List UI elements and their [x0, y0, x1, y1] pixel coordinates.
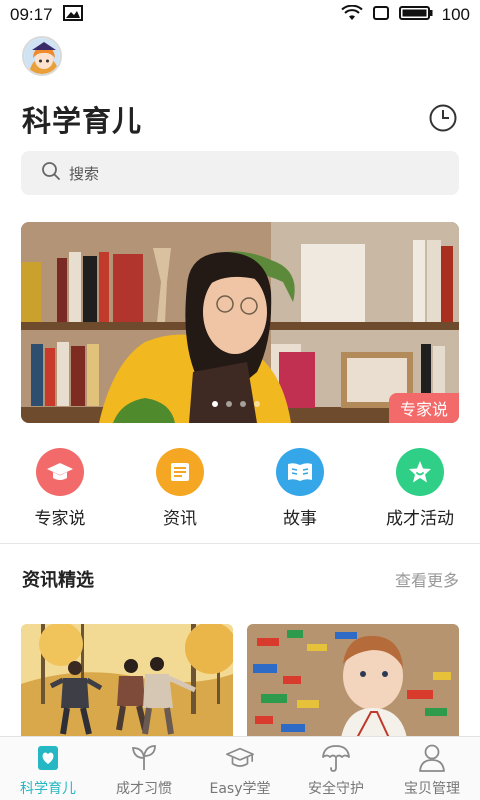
article-thumbnail — [247, 624, 459, 738]
avatar[interactable] — [22, 36, 62, 76]
carousel-dot[interactable] — [226, 401, 232, 407]
article-thumbnail — [21, 624, 233, 738]
history-button[interactable] — [428, 103, 458, 133]
category-expert[interactable]: 专家说 — [10, 448, 110, 529]
article-card[interactable] — [247, 624, 459, 738]
tab-label: 安全守护 — [308, 781, 364, 797]
battery-icon — [398, 5, 433, 26]
divider — [0, 543, 480, 544]
umbrella-icon — [321, 743, 351, 773]
section-title: 资讯精选 — [22, 570, 94, 591]
status-time: 09:17 — [10, 5, 53, 24]
search-bar[interactable]: 搜索 — [21, 151, 459, 195]
wifi-icon — [340, 4, 363, 26]
carousel-dot[interactable] — [254, 401, 260, 407]
category-story[interactable]: 故事 — [250, 448, 350, 529]
tab-label: Easy学堂 — [209, 781, 271, 797]
battery-level: 100 — [441, 5, 470, 24]
star-icon — [396, 448, 444, 496]
category-news[interactable]: 资讯 — [130, 448, 230, 529]
tab-label: 宝贝管理 — [404, 781, 460, 797]
gallery-notification-icon — [62, 5, 83, 25]
category-label: 资讯 — [163, 509, 197, 529]
category-grid: 专家说 资讯 故事 成才活动 — [0, 448, 480, 529]
category-label: 专家说 — [34, 509, 86, 529]
category-label: 故事 — [283, 509, 317, 529]
mortarboard-icon — [225, 743, 255, 773]
graduation-cap-icon — [36, 448, 84, 496]
news-icon — [156, 448, 204, 496]
search-icon — [41, 161, 61, 185]
parenting-book-icon — [33, 743, 63, 773]
tab-baby-management[interactable]: 宝贝管理 — [384, 737, 480, 800]
carousel-dot[interactable] — [212, 401, 218, 407]
category-label: 成才活动 — [386, 509, 454, 529]
tab-label: 科学育儿 — [20, 781, 76, 797]
tab-easy-school[interactable]: Easy学堂 — [192, 737, 288, 800]
article-card[interactable] — [21, 624, 233, 738]
person-icon — [417, 743, 447, 773]
search-placeholder: 搜索 — [69, 164, 100, 183]
sim-card-icon — [372, 5, 390, 26]
clock-icon — [428, 104, 458, 137]
category-activity[interactable]: 成才活动 — [370, 448, 470, 529]
see-more-link[interactable]: 查看更多 — [395, 567, 459, 591]
book-icon — [276, 448, 324, 496]
sprout-icon — [129, 743, 159, 773]
banner-tag: 专家说 — [389, 393, 459, 423]
carousel-indicator[interactable] — [212, 401, 260, 407]
status-bar: 09:17 100 — [0, 0, 480, 30]
tab-growth-habits[interactable]: 成才习惯 — [96, 737, 192, 800]
bottom-tab-bar: 科学育儿 成才习惯 Easy学堂 安全守护 宝贝管理 — [0, 736, 480, 800]
tab-label: 成才习惯 — [116, 781, 172, 797]
carousel-dot[interactable] — [240, 401, 246, 407]
page-title: 科学育儿 — [22, 104, 143, 138]
tab-scientific-parenting[interactable]: 科学育儿 — [0, 737, 96, 800]
tab-safety-guard[interactable]: 安全守护 — [288, 737, 384, 800]
